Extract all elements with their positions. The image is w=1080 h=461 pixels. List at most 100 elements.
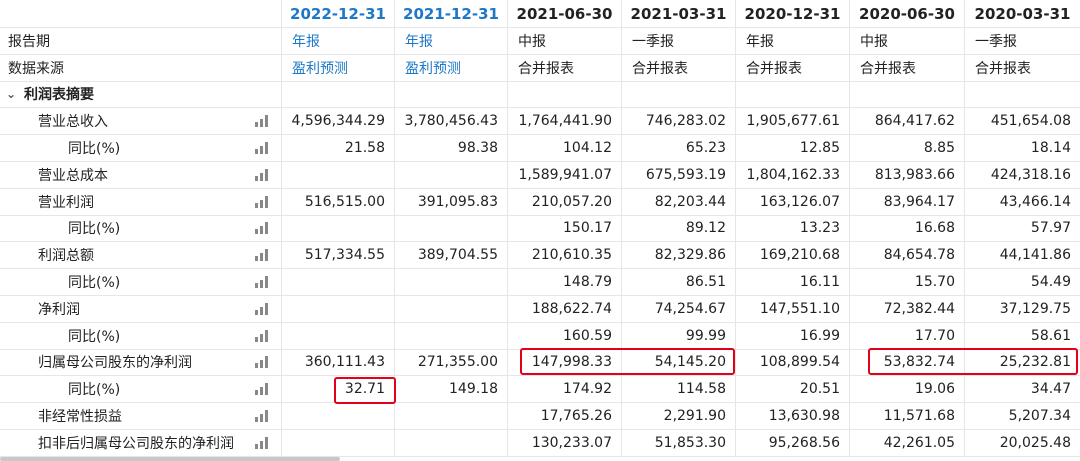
value-cell: 746,283.02 xyxy=(622,108,736,135)
bar-chart-icon[interactable] xyxy=(255,329,269,342)
value-cell: 391,095.83 xyxy=(395,188,508,215)
row-label-text: 利润总额 xyxy=(38,248,94,265)
horizontal-scrollbar[interactable] xyxy=(0,457,340,461)
row-label: 报告期 xyxy=(0,28,282,54)
source-cell: 合并报表 xyxy=(508,54,622,81)
value-cell xyxy=(282,322,395,349)
empty-cell xyxy=(282,81,395,108)
source-cell: 盈利预测 xyxy=(395,54,508,81)
value-cell: 42,261.05 xyxy=(850,429,965,456)
bar-chart-icon[interactable] xyxy=(255,302,269,315)
value-cell: 18.14 xyxy=(1030,140,1071,157)
column-header-date[interactable]: 2020-06-30 xyxy=(850,0,965,27)
value-cell: 675,593.19 xyxy=(622,161,736,188)
value-cell: 114.58 xyxy=(622,376,736,403)
row-label-text: 净利润 xyxy=(38,301,80,318)
value-cell xyxy=(282,161,395,188)
value-cell: 15.70 xyxy=(850,269,965,295)
row-label-text: 营业利润 xyxy=(38,194,94,211)
row-label-text: 扣非后归属母公司股东的净利润 xyxy=(38,435,234,452)
row-label: 利润总额 xyxy=(0,242,282,269)
table-row: 营业总成本 1,589,941.07 675,593.19 1,804,162.33 8… xyxy=(0,161,1080,189)
value-cell: 864,417.62 xyxy=(850,108,965,135)
row-label: 同比(%) xyxy=(0,376,282,403)
header-dates-row: 2022-12-31 2021-12-31 2021-06-30 2021-03… xyxy=(0,0,1080,28)
period-cell: 中报 xyxy=(508,28,622,54)
row-label: 同比(%) xyxy=(0,322,282,349)
value-cell: 37,129.75 xyxy=(999,300,1071,317)
empty-cell xyxy=(736,81,850,108)
row-label: 非经常性损益 xyxy=(0,403,282,429)
section-header-row[interactable]: ⌄ 利润表摘要 xyxy=(0,81,1080,109)
value-cell: 148.79 xyxy=(508,269,622,295)
row-label-text: 同比(%) xyxy=(68,275,121,292)
value-cell: 17.70 xyxy=(850,322,965,349)
value-cell: 44,141.86 xyxy=(999,247,1071,264)
bar-chart-icon[interactable] xyxy=(255,115,269,128)
value-cell xyxy=(395,215,508,242)
bar-chart-icon[interactable] xyxy=(255,195,269,208)
table-row: 同比(%) 32.71 149.18 174.92 114.58 20.51 19.06 34… xyxy=(0,376,1080,404)
table-row: 营业总收入 4,596,344.29 3,780,456.43 1,764,441.9… xyxy=(0,108,1080,136)
bar-chart-icon[interactable] xyxy=(255,383,269,396)
column-header-date[interactable]: 2021-06-30 xyxy=(508,0,622,27)
bar-chart-icon[interactable] xyxy=(255,410,269,423)
value-cell: 53,832.74 xyxy=(850,349,965,376)
bar-chart-icon[interactable] xyxy=(255,222,269,235)
value-cell: 86.51 xyxy=(622,269,736,295)
value-cell: 58.61 xyxy=(1030,327,1071,344)
section-title[interactable]: ⌄ 利润表摘要 xyxy=(0,81,282,108)
value-cell: 12.85 xyxy=(736,135,850,161)
bar-chart-icon[interactable] xyxy=(255,356,269,369)
table-row: 利润总额 517,334.55 389,704.55 210,610.35 82,329… xyxy=(0,242,1080,270)
value-cell: 83,964.17 xyxy=(850,188,965,215)
chevron-down-icon[interactable]: ⌄ xyxy=(6,87,20,101)
row-label: 净利润 xyxy=(0,295,282,322)
table-row: 非经常性损益 17,765.26 2,291.90 13,630.98 11,571.6… xyxy=(0,403,1080,430)
bar-chart-icon[interactable] xyxy=(255,168,269,181)
value-cell: 16.99 xyxy=(736,322,850,349)
value-cell: 95,268.56 xyxy=(736,429,850,456)
period-cell: 一季报 xyxy=(622,28,736,54)
value-cell: 8.85 xyxy=(850,135,965,161)
value-cell: 20,025.48 xyxy=(999,434,1071,451)
value-cell xyxy=(395,429,508,456)
table-row: 同比(%) 160.59 99.99 16.99 17.70 58.61 xyxy=(0,322,1080,350)
value-cell: 149.18 xyxy=(395,376,508,403)
column-header-date[interactable]: 2022-12-31 xyxy=(282,0,395,27)
financial-table: 2022-12-31 2021-12-31 2021-06-30 2021-03… xyxy=(0,0,1080,457)
value-cell: 1,764,441.90 xyxy=(508,108,622,135)
row-label-text: 同比(%) xyxy=(68,328,121,345)
column-header-date[interactable]: 2021-03-31 xyxy=(622,0,736,27)
column-header-date[interactable]: 2020-03-31 xyxy=(965,0,1080,27)
value-cell: 130,233.07 xyxy=(508,429,622,456)
column-header-date[interactable]: 2021-12-31 xyxy=(395,0,508,27)
bar-chart-icon[interactable] xyxy=(255,436,269,449)
value-cell: 2,291.90 xyxy=(622,403,736,429)
value-cell: 21.58 xyxy=(282,135,395,161)
value-cell: 360,111.43 xyxy=(282,349,395,376)
value-cell: 51,853.30 xyxy=(622,429,736,456)
table-row: 归属母公司股东的净利润 360,111.43 271,355.00 147,998.3… xyxy=(0,349,1080,377)
row-label-text: 归属母公司股东的净利润 xyxy=(38,355,192,372)
value-cell: 451,654.08 xyxy=(990,113,1071,130)
value-cell: 210,610.35 xyxy=(508,242,622,269)
column-header-date[interactable]: 2020-12-31 xyxy=(736,0,850,27)
row-label: 营业总成本 xyxy=(0,161,282,188)
value-cell: 20.51 xyxy=(736,376,850,403)
table-row: 扣非后归属母公司股东的净利润 130,233.07 51,853.30 95,268.… xyxy=(0,429,1080,457)
period-cell: 年报 xyxy=(282,28,395,54)
source-cell: 合并报表 xyxy=(736,54,850,81)
value-cell: 147,998.33 xyxy=(508,349,622,376)
bar-chart-icon[interactable] xyxy=(255,142,269,155)
bar-chart-icon[interactable] xyxy=(255,249,269,262)
value-cell: 104.12 xyxy=(508,135,622,161)
value-cell: 13.23 xyxy=(736,215,850,242)
value-cell: 271,355.00 xyxy=(395,349,508,376)
bar-chart-icon[interactable] xyxy=(255,276,269,289)
value-cell xyxy=(282,215,395,242)
value-cell: 517,334.55 xyxy=(282,242,395,269)
row-label-text: 营业总成本 xyxy=(38,167,108,184)
value-cell: 16.68 xyxy=(850,215,965,242)
value-cell: 82,329.86 xyxy=(622,242,736,269)
